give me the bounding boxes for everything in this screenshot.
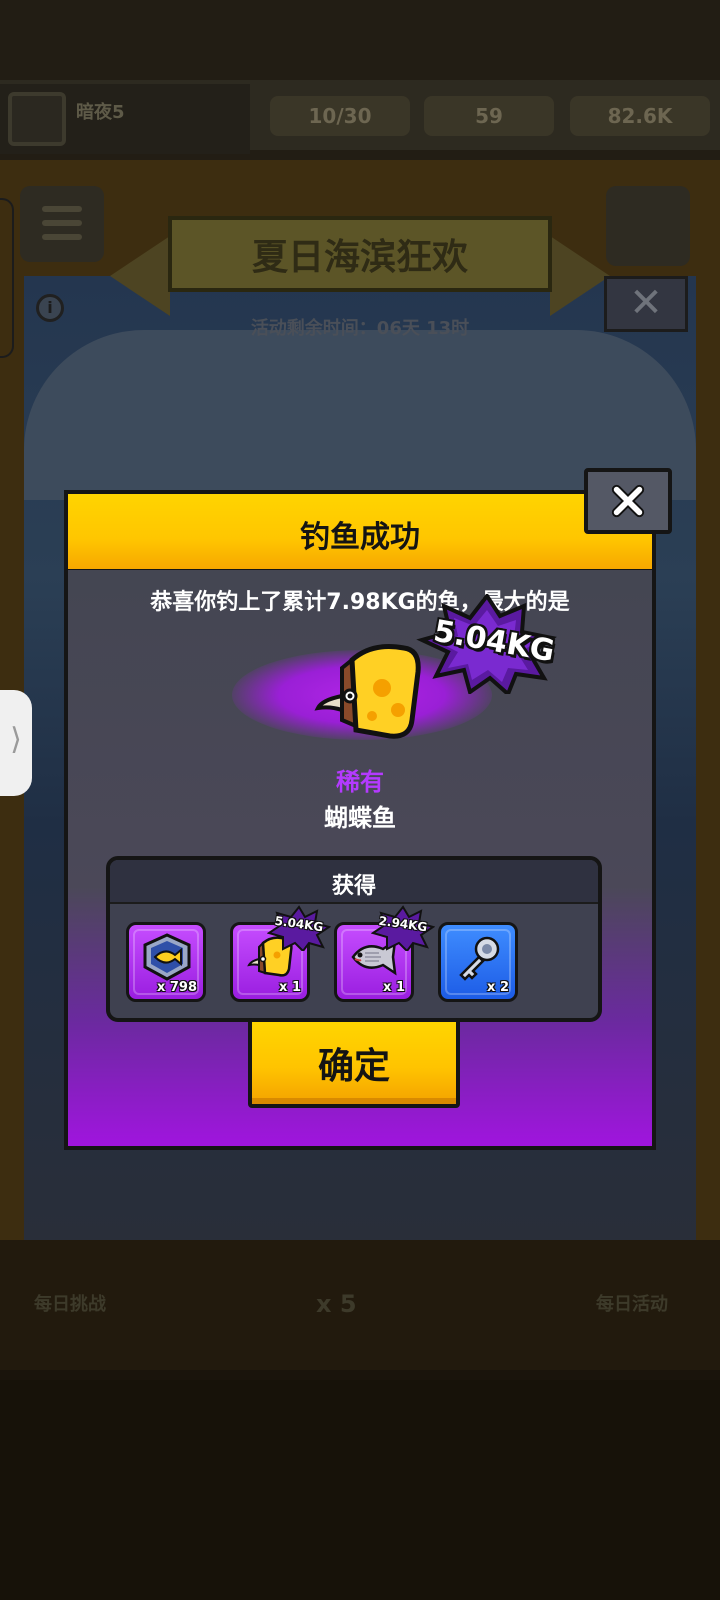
side-panel-edge <box>0 198 14 358</box>
gem-counter[interactable]: 59 <box>424 96 554 136</box>
avatar <box>8 92 66 146</box>
fish-name: 蝴蝶鱼 <box>324 804 396 832</box>
daily-challenge-button[interactable]: 每日挑战 <box>34 1290 164 1350</box>
banner-right-arrow <box>550 236 610 316</box>
reward-qty: x 2 <box>487 980 509 995</box>
player-profile[interactable]: 暗夜5 <box>0 84 250 154</box>
reward-item[interactable]: x 2 <box>438 922 518 1002</box>
rewards-header: 获得 <box>110 860 598 904</box>
bottom-nav <box>0 1380 720 1600</box>
reward-item[interactable]: x 798 <box>126 922 206 1002</box>
menu-button[interactable] <box>20 186 104 262</box>
fish-token-icon <box>143 933 191 981</box>
rarity-label: 稀有 <box>336 768 384 796</box>
close-icon <box>611 484 645 518</box>
energy-counter[interactable]: 10/30 <box>270 96 410 136</box>
catch-message: 恭喜你钓上了累计7.98KG的鱼，最大的是 <box>150 590 570 615</box>
close-button[interactable] <box>584 468 672 534</box>
dialog-header: 钓鱼成功 <box>64 490 656 572</box>
fishing-success-dialog: 钓鱼成功 恭喜你钓上了累计7.98KG的鱼，最大的是 5.04KG 稀有 蝴蝶鱼… <box>64 468 672 1150</box>
info-icon[interactable]: i <box>36 294 64 322</box>
rewards-title: 获得 <box>331 874 376 899</box>
dialog-title: 钓鱼成功 <box>300 520 420 555</box>
key-icon <box>459 936 500 981</box>
daily-event-button[interactable]: 每日活动 <box>596 1290 706 1350</box>
reward-item[interactable]: 2.94KG x 1 <box>334 905 435 1002</box>
event-close-icon[interactable]: ✕ <box>604 276 688 332</box>
rewards-panel: 获得 x 798 5.04KG x 1 2.94KG x 1 x 2 <box>106 856 602 1022</box>
side-drawer-handle[interactable]: ⟩ <box>0 690 32 796</box>
player-name: 暗夜5 <box>76 102 125 123</box>
confirm-button[interactable]: 确定 <box>248 1018 460 1108</box>
reward-qty: x 1 <box>279 980 301 995</box>
event-title: 夏日海滨狂欢 <box>168 216 552 292</box>
reward-qty: x 798 <box>156 980 197 995</box>
coin-counter[interactable]: 82.6K <box>570 96 710 136</box>
reward-qty: x 1 <box>383 980 405 995</box>
bait-count-button[interactable]: x 5 <box>316 1290 406 1350</box>
shield-icon[interactable] <box>606 186 690 266</box>
banner-left-arrow <box>110 236 170 316</box>
reward-item[interactable]: 5.04KG x 1 <box>230 905 331 1002</box>
